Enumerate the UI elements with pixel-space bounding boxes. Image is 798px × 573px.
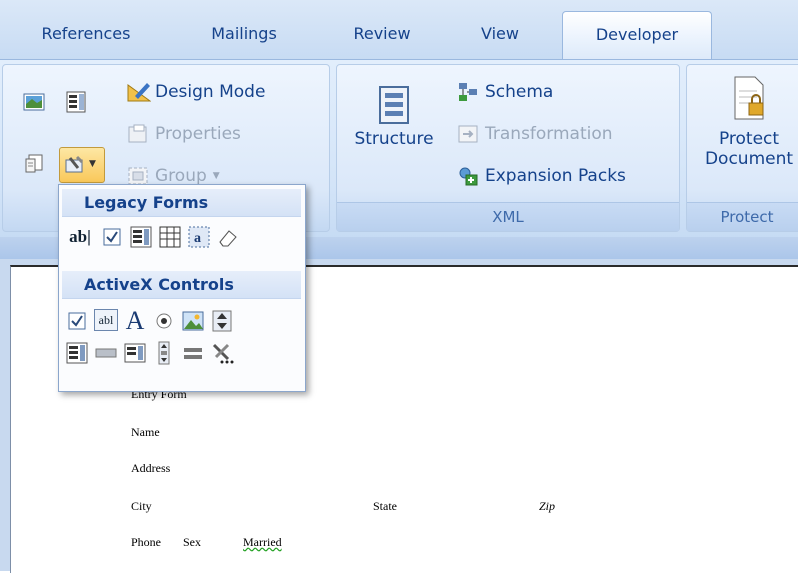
- activex-controls-header: ActiveX Controls: [62, 271, 301, 299]
- doc-state-label: State: [373, 499, 397, 513]
- legacy-checkbox-icon[interactable]: [100, 225, 124, 249]
- activex-row-1: abl A: [65, 306, 234, 335]
- doc-married-label: Married: [243, 535, 282, 549]
- legacy-tools-button[interactable]: ▼: [59, 147, 105, 183]
- doc-sex-label: Sex: [183, 535, 201, 549]
- ribbon-tab-bar: References Mailings Review View Develope…: [0, 0, 798, 61]
- schema-label: Schema: [485, 82, 554, 102]
- xml-group: Structure Schema Transformation Expansio…: [336, 64, 680, 232]
- dropdown-arrow-icon: ▼: [89, 159, 96, 169]
- schema-icon: [457, 81, 479, 103]
- protect-group-label: Protect: [687, 202, 798, 231]
- protect-document-icon: [729, 75, 769, 123]
- picture-content-control-icon[interactable]: [23, 91, 45, 113]
- doc-address-label: Address: [131, 461, 171, 475]
- eraser-icon[interactable]: [216, 225, 240, 249]
- protect-document-label-line1: Protect: [718, 129, 780, 149]
- activex-scroll-bar-icon[interactable]: [152, 341, 176, 365]
- activex-image-icon[interactable]: [181, 309, 205, 333]
- building-block-gallery-icon[interactable]: [23, 153, 45, 175]
- transformation-label: Transformation: [485, 124, 613, 144]
- activex-option-button-icon[interactable]: [152, 309, 176, 333]
- legacy-forms-row: ab| a: [65, 225, 240, 249]
- protect-group: Protect Document Protect: [686, 64, 798, 232]
- more-controls-icon[interactable]: [210, 341, 234, 365]
- properties-icon: [127, 123, 149, 145]
- structure-label: Structure: [354, 129, 434, 149]
- expansion-packs-label: Expansion Packs: [485, 166, 626, 186]
- insert-frame-icon[interactable]: a: [187, 225, 211, 249]
- insert-frame-letter: a: [194, 231, 201, 246]
- activex-spin-button-icon[interactable]: [210, 309, 234, 333]
- structure-icon: [376, 85, 412, 125]
- legacy-tools-menu: Legacy Forms ab| a ActiveX Controls abl …: [58, 184, 306, 392]
- doc-name-label: Name: [131, 425, 160, 439]
- schema-button[interactable]: Schema: [457, 81, 553, 103]
- protect-document-label-line2: Document: [704, 149, 794, 169]
- tab-developer[interactable]: Developer: [562, 11, 712, 61]
- properties-button[interactable]: Properties: [127, 123, 241, 145]
- activex-command-button-icon[interactable]: [94, 341, 118, 365]
- activex-checkbox-icon[interactable]: [65, 309, 89, 333]
- activex-toggle-button-icon[interactable]: [181, 341, 205, 365]
- tab-view[interactable]: View: [470, 20, 530, 48]
- activex-textbox-icon[interactable]: abl: [94, 309, 118, 331]
- tab-references[interactable]: References: [30, 20, 142, 48]
- insert-table-icon[interactable]: [158, 225, 182, 249]
- combo-box-content-control-icon[interactable]: [65, 91, 87, 113]
- expansion-packs-icon: [457, 165, 479, 187]
- group-label: Group: [155, 166, 207, 186]
- design-mode-label: Design Mode: [155, 82, 266, 102]
- legacy-dropdown-icon[interactable]: [129, 225, 153, 249]
- design-mode-icon: [127, 81, 152, 103]
- transformation-button[interactable]: Transformation: [457, 123, 613, 145]
- activex-list-box-icon[interactable]: [123, 341, 147, 365]
- tools-icon: [64, 154, 86, 176]
- transformation-icon: [457, 123, 479, 145]
- activex-row-2: [65, 341, 234, 365]
- legacy-forms-header: Legacy Forms: [62, 189, 301, 217]
- doc-zip-label: Zip: [539, 499, 556, 513]
- doc-city-label: City: [131, 499, 152, 513]
- structure-button[interactable]: Structure: [349, 85, 439, 149]
- design-mode-button[interactable]: Design Mode: [127, 81, 265, 103]
- group-dropdown-arrow-icon: ▼: [212, 171, 220, 181]
- xml-group-label: XML: [337, 202, 679, 231]
- activex-label-icon[interactable]: A: [123, 306, 147, 335]
- properties-label: Properties: [155, 124, 241, 144]
- legacy-text-field-icon[interactable]: ab|: [65, 225, 95, 249]
- doc-phone-label: Phone: [131, 535, 161, 549]
- protect-document-button[interactable]: Protect Document: [695, 75, 798, 169]
- activex-combo-box-icon[interactable]: [65, 341, 89, 365]
- expansion-packs-button[interactable]: Expansion Packs: [457, 165, 626, 187]
- tab-mailings[interactable]: Mailings: [196, 20, 292, 48]
- tab-review[interactable]: Review: [344, 20, 420, 48]
